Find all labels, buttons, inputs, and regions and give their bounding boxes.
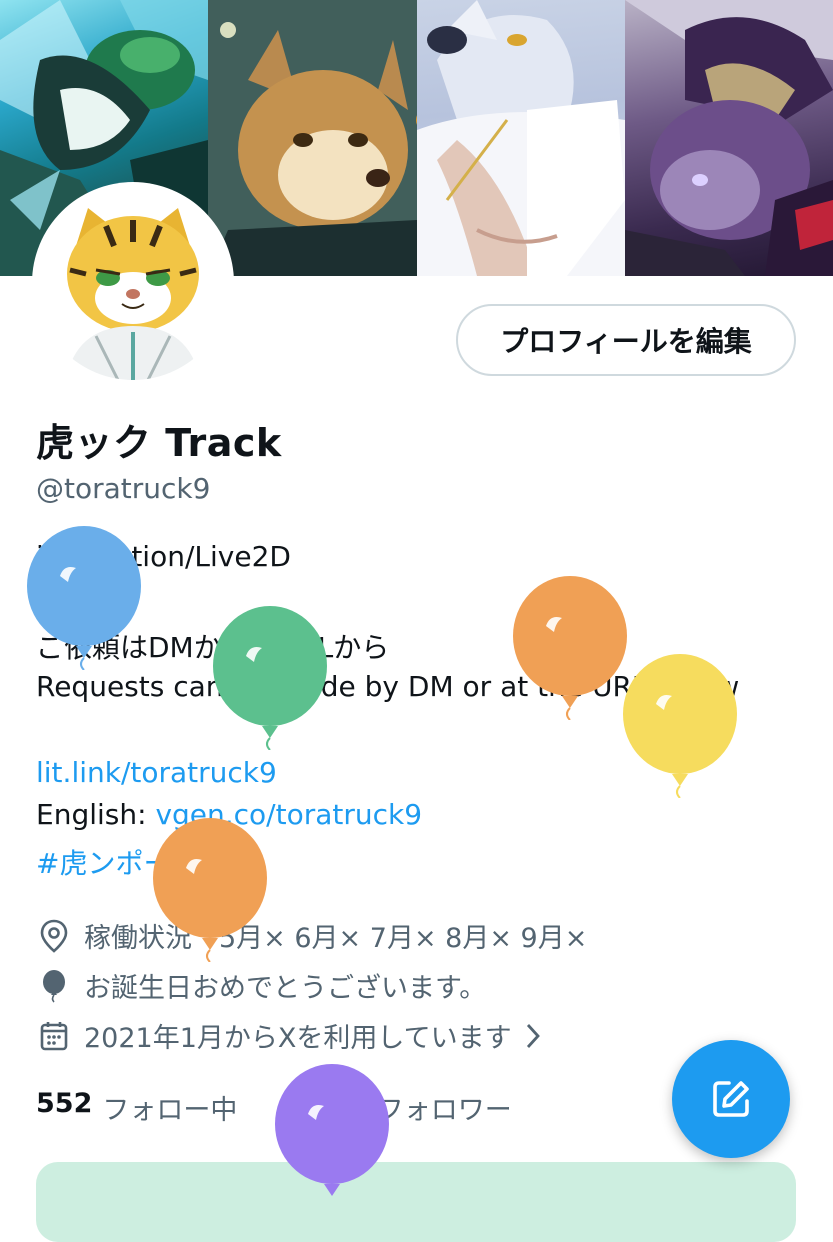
edit-profile-label: プロフィールを編集: [500, 325, 752, 358]
followers-label: フォロワー: [376, 1095, 512, 1126]
location-row: 稼働状況 5月× 6月× 7月× 8月× 9月×: [36, 916, 587, 955]
following-count[interactable]: 552 フォロー中: [36, 1088, 237, 1127]
bio-line-1: illustration/Live2D: [36, 540, 291, 573]
bio-line-3: Requests can be made by DM or at the URL…: [36, 670, 740, 703]
followers-number: 4,987: [281, 1088, 367, 1119]
banner-art-2: [208, 0, 417, 276]
bio-line-2: ご依頼はDMか下記URLから: [36, 631, 390, 664]
english-prefix: English:: [36, 798, 156, 831]
chevron-right-icon: [524, 1022, 542, 1050]
birthday-row: お誕生日おめでとうございます。: [36, 966, 486, 1005]
followers-count[interactable]: 4,987 フォロワー: [281, 1088, 511, 1127]
bio-line-english: English: vgen.co/toratruck9: [36, 798, 422, 831]
compose-button[interactable]: [672, 1040, 790, 1158]
follow-counts: 552 フォロー中 4,987 フォロワー: [36, 1088, 556, 1127]
location-text: 稼働状況 5月× 6月× 7月× 8月× 9月×: [84, 923, 588, 954]
following-label: フォロー中: [102, 1095, 238, 1126]
bio-link-litlink[interactable]: lit.link/toratruck9: [36, 756, 277, 789]
handle: @toratruck9: [36, 472, 211, 505]
display-name: 虎ック Track: [36, 421, 282, 465]
balloon-icon: [36, 968, 72, 1004]
hashtag-link[interactable]: #虎ンポート: [36, 842, 199, 882]
banner-art-3: [417, 0, 625, 276]
location-icon: [36, 918, 72, 954]
birthday-text: お誕生日おめでとうございます。: [84, 973, 487, 1004]
bio-link-vgen[interactable]: vgen.co/toratruck9: [155, 798, 422, 831]
compose-icon: [709, 1077, 753, 1121]
bottom-card[interactable]: [36, 1162, 796, 1242]
calendar-icon: [36, 1018, 72, 1054]
joined-text: 2021年1月からXを利用しています: [84, 1023, 512, 1054]
following-number: 552: [36, 1088, 93, 1119]
banner-art-4: [625, 0, 833, 276]
joined-row[interactable]: 2021年1月からXを利用しています: [36, 1016, 542, 1055]
edit-profile-button[interactable]: プロフィールを編集: [456, 304, 796, 376]
avatar[interactable]: [36, 186, 230, 380]
